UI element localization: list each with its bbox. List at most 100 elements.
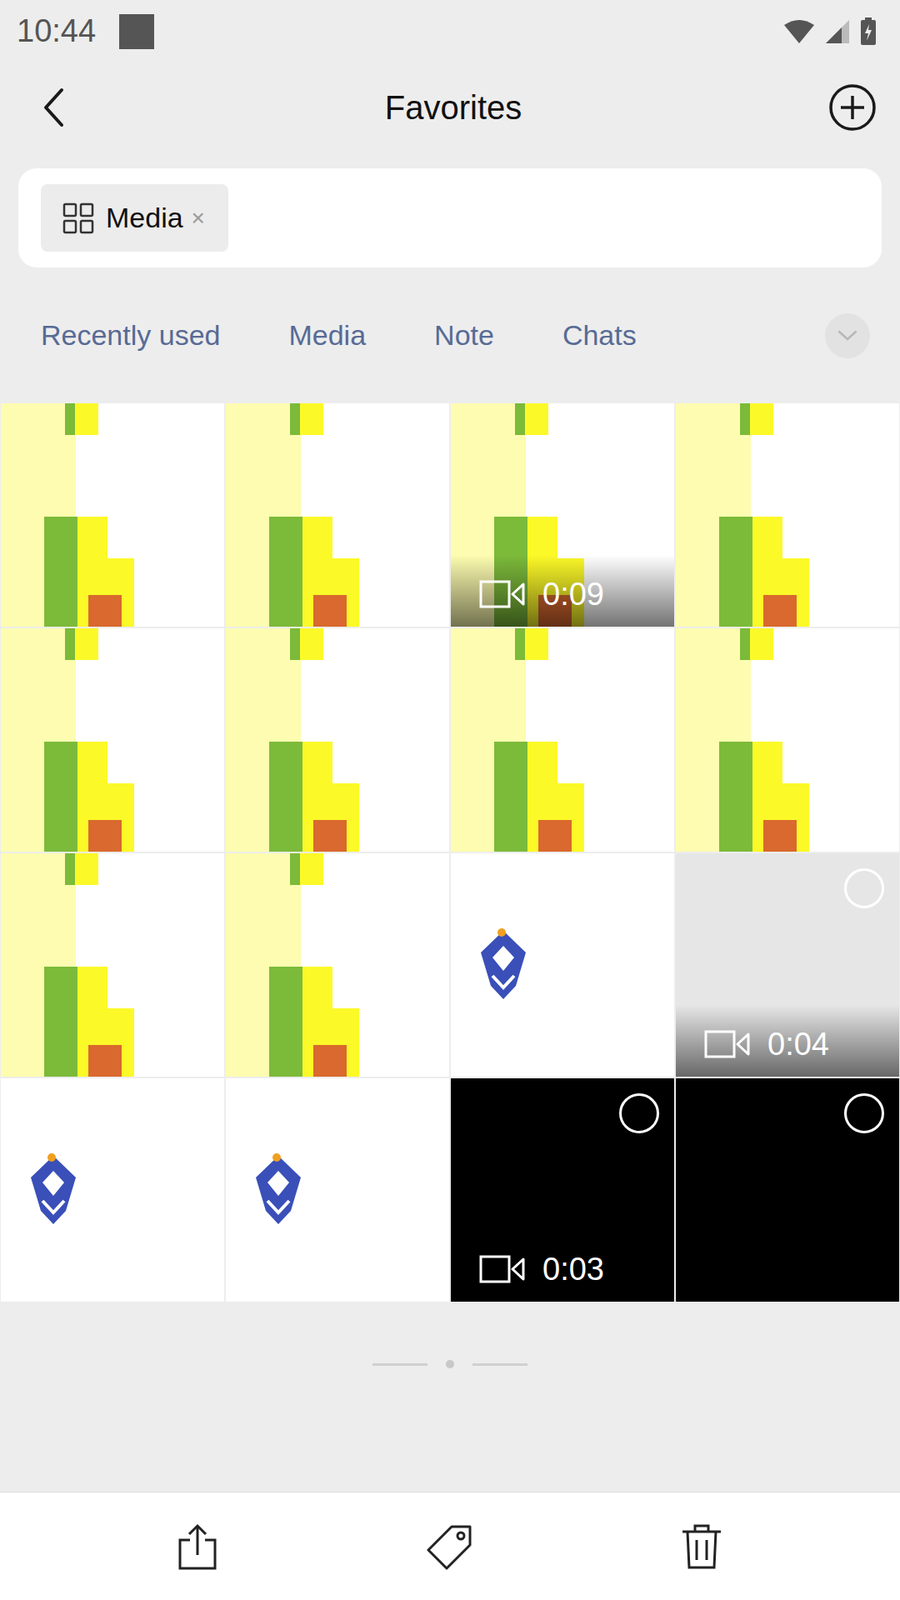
media-tile[interactable]: 0:09 [450, 403, 675, 627]
thumb-bar [300, 628, 324, 660]
category-link[interactable]: Media [288, 319, 366, 352]
thumb-bar [88, 595, 122, 627]
media-tile[interactable] [450, 853, 675, 1077]
thumb-bar [515, 628, 525, 660]
chip-label: Media [105, 201, 184, 235]
category-link[interactable]: Note [434, 319, 495, 352]
thumb-bar [290, 853, 300, 885]
media-grid: 0:09 0:04 0:03 [0, 403, 900, 1302]
thumb-bar [515, 403, 525, 435]
thumb-bar [88, 1045, 122, 1077]
thumb-bar [525, 403, 549, 435]
plus-circle-icon [827, 82, 878, 133]
page-title: Favorites [385, 89, 523, 127]
thumb-bar [763, 820, 797, 852]
signal-icon [825, 19, 850, 45]
logo-icon [249, 1152, 308, 1228]
header-bar: Favorites [0, 62, 900, 153]
category-link[interactable]: Recently used [40, 319, 220, 352]
thumb-bar [75, 853, 99, 885]
page-mark [472, 1363, 528, 1366]
thumb-bar [313, 820, 347, 852]
media-tile[interactable] [0, 403, 225, 627]
video-duration: 0:04 [767, 1026, 830, 1063]
media-tile[interactable] [0, 1078, 225, 1302]
thumb-bar [75, 403, 99, 435]
wifi-icon [783, 19, 815, 45]
media-tile[interactable] [675, 628, 900, 852]
page-indicator [0, 1301, 900, 1427]
logo-icon [24, 1152, 83, 1228]
thumb-bar [269, 966, 303, 1077]
thumb-bar [740, 628, 750, 660]
thumb-bar [269, 516, 303, 627]
thumb-bar [494, 741, 528, 852]
grid-icon [62, 202, 95, 235]
delete-button[interactable] [654, 1509, 750, 1585]
share-button[interactable] [150, 1509, 245, 1585]
logo-icon [474, 927, 533, 1003]
thumb-bar [300, 403, 324, 435]
thumb-bar [719, 741, 753, 852]
thumb-bar [525, 628, 549, 660]
media-tile[interactable] [225, 403, 450, 627]
chip-remove-button[interactable]: × [191, 205, 205, 232]
thumb-bar [740, 403, 750, 435]
video-overlay: 0:09 [450, 555, 675, 627]
media-tile[interactable]: 0:03 [450, 1078, 675, 1302]
video-overlay: 0:03 [450, 1230, 675, 1302]
favorites-screen: 10:44 Favorites Media × Recently used Media No… [0, 0, 900, 1600]
trash-icon [680, 1523, 723, 1570]
notification-icon [119, 14, 155, 50]
video-camera-icon [479, 1254, 526, 1285]
media-tile[interactable] [450, 628, 675, 852]
media-tile[interactable] [225, 628, 450, 852]
search-field[interactable]: Media × [18, 168, 882, 268]
add-button[interactable] [823, 78, 882, 137]
thumb-bar [65, 628, 75, 660]
page-mark [372, 1363, 428, 1366]
expand-button[interactable] [825, 313, 870, 359]
thumb-bar [313, 1045, 347, 1077]
thumb-bar [290, 403, 300, 435]
media-tile[interactable] [0, 628, 225, 852]
thumb-bar [300, 853, 324, 885]
thumb-bar [75, 628, 99, 660]
video-overlay: 0:04 [675, 1005, 900, 1077]
battery-icon [860, 17, 877, 46]
select-circle[interactable] [844, 868, 885, 909]
thumb-bar [65, 403, 75, 435]
thumb-bar [290, 628, 300, 660]
media-tile[interactable] [225, 1078, 450, 1302]
status-bar: 10:44 [0, 0, 900, 63]
bottom-toolbar [0, 1491, 900, 1600]
category-bar: Recently used Media Note Chats [0, 267, 900, 404]
filter-chip[interactable]: Media × [40, 184, 229, 252]
chevron-down-icon [835, 327, 860, 345]
select-circle[interactable] [844, 1093, 885, 1134]
page-mark [445, 1360, 455, 1369]
media-tile[interactable] [675, 1078, 900, 1302]
thumb-bar [44, 966, 78, 1077]
thumb-bar [750, 628, 774, 660]
video-camera-icon [479, 579, 526, 610]
select-circle[interactable] [619, 1093, 660, 1134]
media-tile[interactable] [675, 403, 900, 627]
video-camera-icon [704, 1029, 751, 1060]
back-arrow-icon [41, 86, 67, 129]
back-button[interactable] [25, 78, 84, 137]
category-link[interactable]: Chats [562, 319, 637, 352]
thumb-bar [538, 820, 572, 852]
share-icon [176, 1523, 219, 1570]
thumb-bar [719, 516, 753, 627]
media-tile[interactable] [225, 853, 450, 1077]
tag-icon [426, 1523, 474, 1570]
status-time: 10:44 [16, 13, 96, 50]
thumb-bar [65, 853, 75, 885]
video-duration: 0:09 [542, 576, 605, 613]
media-tile[interactable] [0, 853, 225, 1077]
thumb-bar [763, 595, 797, 627]
media-tile[interactable]: 0:04 [675, 853, 900, 1077]
tag-button[interactable] [402, 1509, 498, 1585]
thumb-bar [750, 403, 774, 435]
